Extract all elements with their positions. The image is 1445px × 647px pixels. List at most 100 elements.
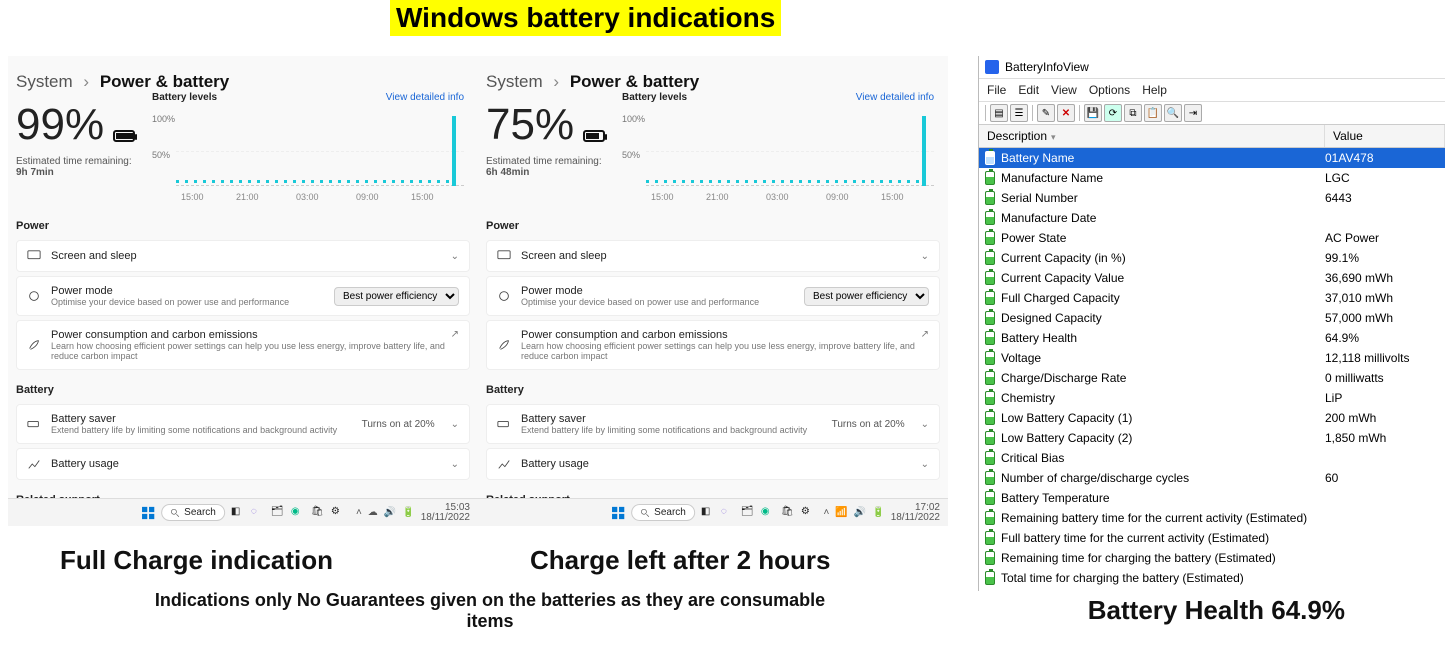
battery-levels-label: Battery levels [152, 92, 217, 103]
edge-icon[interactable]: ◉ [291, 506, 305, 520]
battery-saver-card[interactable]: Battery saverExtend battery life by limi… [16, 404, 470, 444]
view-detailed-link[interactable]: View detailed info [856, 92, 934, 103]
table-row[interactable]: Number of charge/discharge cycles60 [979, 468, 1445, 488]
taskview-icon[interactable]: ◧ [701, 506, 715, 520]
table-row[interactable]: Charge/Discharge Rate0 milliwatts [979, 368, 1445, 388]
toolbar[interactable]: ▤ ☰ ✎ ✕ 💾 ⟳ ⧉ 📋 🔍 ⇥ [979, 102, 1445, 125]
menu-view[interactable]: View [1051, 83, 1077, 97]
table-row[interactable]: Serial Number6443 [979, 188, 1445, 208]
table-row[interactable]: Designed Capacity57,000 mWh [979, 308, 1445, 328]
table-row[interactable]: Low Battery Capacity (2)1,850 mWh [979, 428, 1445, 448]
table-row[interactable]: Voltage12,118 millivolts [979, 348, 1445, 368]
table-row[interactable]: Manufacture NameLGC [979, 168, 1445, 188]
tool-delete-icon[interactable]: ✕ [1057, 104, 1075, 122]
table-row[interactable]: Battery Health64.9% [979, 328, 1445, 348]
explorer-icon[interactable]: 🗂 [271, 506, 285, 520]
table-row[interactable]: Total time for charging the battery (Est… [979, 568, 1445, 588]
battery-saver-card[interactable]: Battery saverExtend battery life by limi… [486, 404, 940, 444]
tool-detail-icon[interactable]: ☰ [1010, 104, 1028, 122]
screen-and-sleep-card[interactable]: Screen and sleep ⌄ [16, 240, 470, 272]
screen-and-sleep-card[interactable]: Screen and sleep ⌄ [486, 240, 940, 272]
table-row[interactable]: Battery Temperature [979, 488, 1445, 508]
table-row[interactable]: Full Charged Capacity37,010 mWh [979, 288, 1445, 308]
external-link-icon[interactable]: ↗ [921, 329, 929, 340]
store-icon[interactable]: 🛍 [311, 506, 325, 520]
power-mode-card[interactable]: Power modeOptimise your device based on … [16, 276, 470, 316]
search-icon [640, 508, 650, 518]
power-consumption-card[interactable]: Power consumption and carbon emissionsLe… [16, 320, 470, 370]
cloud-icon[interactable]: ☁ [368, 507, 378, 518]
power-mode-select[interactable]: Best power efficiency [804, 287, 929, 306]
speaker-icon[interactable]: 🔊 [854, 507, 866, 518]
battery-tray-icon[interactable]: 🔋 [402, 507, 414, 518]
table-row[interactable]: Remaining time for charging the battery … [979, 548, 1445, 568]
view-detailed-link[interactable]: View detailed info [386, 92, 464, 103]
sort-asc-icon: ▾ [1051, 132, 1056, 142]
power-mode-card[interactable]: Power modeOptimise your device based on … [486, 276, 940, 316]
power-consumption-card[interactable]: Power consumption and carbon emissionsLe… [486, 320, 940, 370]
row-description: Battery Temperature [1001, 491, 1325, 505]
table-row[interactable]: Remaining battery time for the current a… [979, 508, 1445, 528]
breadcrumb-system[interactable]: System [486, 72, 543, 91]
taskbar[interactable]: Search ◧ ◌ 🗂 ◉ 🛍 ⚙ ˄ 📶 🔊 🔋 17:02 18/11/2… [478, 498, 948, 526]
menu-help[interactable]: Help [1142, 83, 1167, 97]
table-row[interactable]: Low Battery Capacity (1)200 mWh [979, 408, 1445, 428]
x-tick: 09:00 [356, 192, 379, 202]
speaker-icon[interactable]: 🔊 [384, 507, 396, 518]
tray-chevron-icon[interactable]: ˄ [823, 507, 829, 518]
table-row[interactable]: Manufacture Date [979, 208, 1445, 228]
table-row[interactable]: Battery Name01AV478 [979, 148, 1445, 168]
menu-file[interactable]: File [987, 83, 1006, 97]
edge-icon[interactable]: ◉ [761, 506, 775, 520]
settings-icon[interactable]: ⚙ [331, 506, 345, 520]
menu-options[interactable]: Options [1089, 83, 1130, 97]
table-row[interactable]: Full battery time for the current activi… [979, 528, 1445, 548]
tray-chevron-icon[interactable]: ˄ [356, 507, 362, 518]
search-pill[interactable]: Search [631, 504, 695, 521]
start-icon[interactable] [611, 506, 625, 520]
battery-usage-card[interactable]: Battery usage ⌄ [486, 448, 940, 480]
store-icon[interactable]: 🛍 [781, 506, 795, 520]
menubar[interactable]: File Edit View Options Help [979, 79, 1445, 102]
power-mode-select[interactable]: Best power efficiency [334, 287, 459, 306]
taskview-icon[interactable]: ◧ [231, 506, 245, 520]
battery-status-icon [985, 331, 995, 345]
col-value[interactable]: Value [1325, 125, 1445, 147]
tool-find-icon[interactable]: 🔍 [1164, 104, 1182, 122]
settings-icon[interactable]: ⚙ [801, 506, 815, 520]
tool-refresh-icon[interactable]: ⟳ [1104, 104, 1122, 122]
row-description: Low Battery Capacity (2) [1001, 431, 1325, 445]
grid-header[interactable]: Description▾ Value [979, 125, 1445, 148]
table-row[interactable]: Critical Bias [979, 448, 1445, 468]
chat-icon[interactable]: ◌ [251, 506, 265, 520]
search-pill[interactable]: Search [161, 504, 225, 521]
chat-icon[interactable]: ◌ [721, 506, 735, 520]
table-row[interactable]: Current Capacity (in %)99.1% [979, 248, 1445, 268]
tool-paste-icon[interactable]: 📋 [1144, 104, 1162, 122]
titlebar[interactable]: BatteryInfoView [979, 56, 1445, 79]
wifi-icon[interactable]: 📶 [835, 507, 847, 518]
row-value: 0 milliwatts [1325, 371, 1445, 385]
external-link-icon[interactable]: ↗ [451, 329, 459, 340]
breadcrumb-system[interactable]: System [16, 72, 73, 91]
tool-props-icon[interactable]: ✎ [1037, 104, 1055, 122]
tool-copy-icon[interactable]: ⧉ [1124, 104, 1142, 122]
battery-status-icon [985, 251, 995, 265]
menu-edit[interactable]: Edit [1018, 83, 1039, 97]
col-description[interactable]: Description▾ [979, 125, 1325, 147]
tool-list-icon[interactable]: ▤ [990, 104, 1008, 122]
start-icon[interactable] [141, 506, 155, 520]
grid-rows[interactable]: Battery Name01AV478Manufacture NameLGCSe… [979, 148, 1445, 588]
table-row[interactable]: Current Capacity Value36,690 mWh [979, 268, 1445, 288]
tool-exit-icon[interactable]: ⇥ [1184, 104, 1202, 122]
row-description: Power State [1001, 231, 1325, 245]
y-axis-100: 100% [152, 114, 175, 124]
tool-save-icon[interactable]: 💾 [1084, 104, 1102, 122]
battery-tray-icon[interactable]: 🔋 [872, 507, 884, 518]
chevron-down-icon: ⌄ [921, 251, 929, 262]
battery-usage-card[interactable]: Battery usage ⌄ [16, 448, 470, 480]
table-row[interactable]: Power StateAC Power [979, 228, 1445, 248]
taskbar[interactable]: Search ◧ ◌ 🗂 ◉ 🛍 ⚙ ˄ ☁ 🔊 🔋 15:03 18/11/2… [8, 498, 478, 526]
explorer-icon[interactable]: 🗂 [741, 506, 755, 520]
table-row[interactable]: ChemistryLiP [979, 388, 1445, 408]
